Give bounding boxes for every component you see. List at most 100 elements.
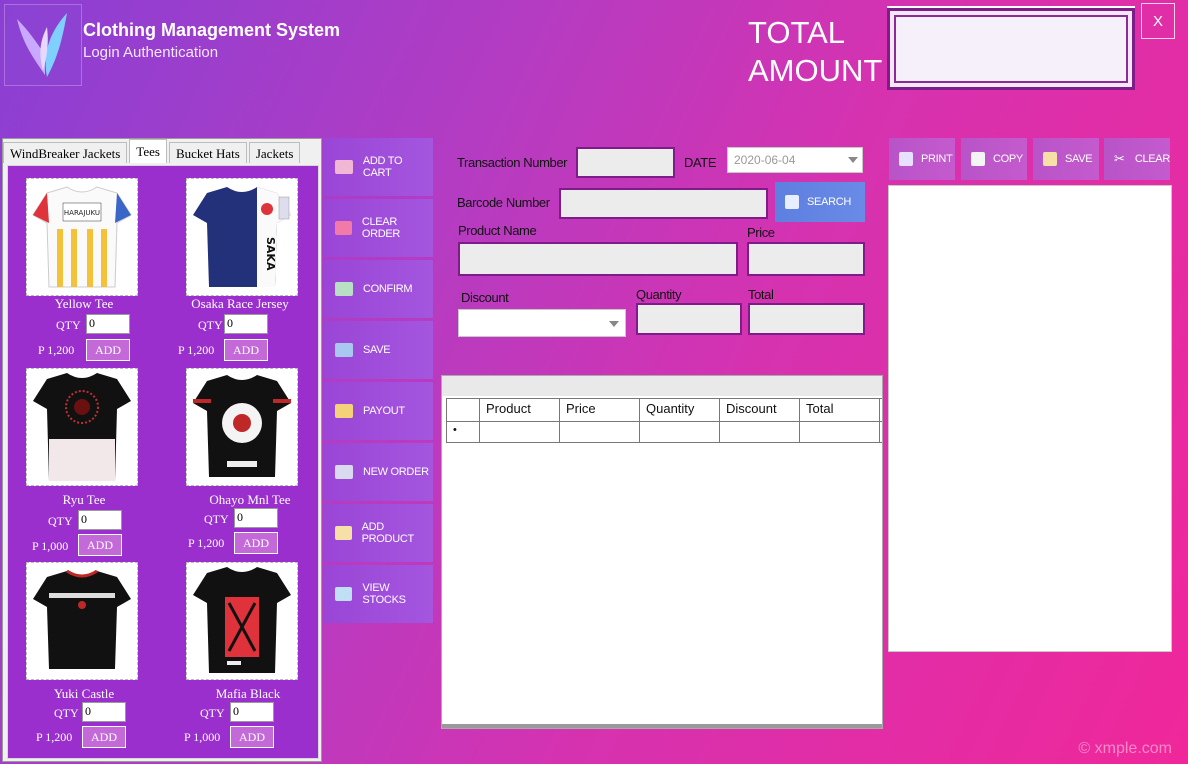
cart-icon	[335, 160, 353, 174]
qty-input[interactable]: 0	[82, 702, 126, 722]
table-cell[interactable]	[560, 422, 640, 442]
qty-input[interactable]: 0	[224, 314, 268, 334]
chevron-down-icon[interactable]	[848, 157, 858, 163]
new-row-marker: •	[446, 422, 480, 442]
grid-header: Product Price Quantity Discount Total	[446, 398, 882, 422]
total-amount-label: TOTAL AMOUNT	[748, 15, 883, 88]
total-amount-display	[887, 8, 1135, 90]
total-field[interactable]	[748, 303, 865, 335]
tshirt-icon: SAKA	[193, 187, 291, 287]
table-cell[interactable]	[720, 422, 800, 442]
add-button[interactable]: ADD	[86, 339, 130, 361]
barcode-number-label: Barcode Number	[457, 195, 550, 210]
qty-label: QTY	[200, 706, 225, 720]
svg-text:SAKA: SAKA	[264, 237, 277, 271]
add-button[interactable]: ADD	[82, 726, 126, 748]
chevron-down-icon[interactable]	[609, 321, 619, 327]
command-sidebar: ADD TO CART CLEAR ORDER CONFIRM SAVE PAY…	[323, 138, 433, 624]
print-button[interactable]: PRINT	[889, 138, 955, 180]
search-button[interactable]: SEARCH	[775, 182, 865, 222]
product-name: Yuki Castle	[53, 686, 115, 701]
table-row[interactable]: •	[446, 422, 882, 443]
quantity-field[interactable]	[636, 303, 742, 335]
table-cell[interactable]	[640, 422, 720, 442]
product-name-field[interactable]	[458, 242, 738, 276]
payout-icon	[335, 404, 353, 418]
grid-bottom-border	[442, 724, 882, 728]
new-order-button[interactable]: NEW ORDER	[323, 443, 433, 501]
product-name: Yellow Tee	[54, 296, 114, 311]
add-button[interactable]: ADD	[230, 726, 274, 748]
qty-input[interactable]: 0	[86, 314, 130, 334]
price-field[interactable]	[747, 242, 865, 276]
row-header-cell	[446, 399, 480, 421]
qty-label: QTY	[48, 514, 73, 528]
product-name: Osaka Race Jersey	[191, 296, 289, 311]
qty-input[interactable]: 0	[78, 510, 122, 530]
date-label: DATE	[684, 155, 717, 170]
scissors-icon: ✂	[1114, 151, 1125, 166]
product-price: P 1,200	[188, 536, 225, 550]
product-price: P 1,000	[32, 539, 69, 553]
qty-label: QTY	[198, 318, 223, 332]
product-name: Ohayo Mnl Tee	[209, 492, 291, 507]
product-image[interactable]	[186, 368, 298, 486]
tab-windbreaker-jackets[interactable]: WindBreaker Jackets	[3, 142, 128, 163]
table-cell[interactable]	[480, 422, 560, 442]
product-price: P 1,000	[184, 730, 221, 744]
save-icon	[1043, 152, 1057, 166]
qty-input[interactable]: 0	[234, 508, 278, 528]
date-picker[interactable]: 2020-06-04	[727, 147, 863, 173]
transaction-number-field[interactable]	[576, 147, 675, 178]
product-image[interactable]: HARAJUKU	[26, 178, 138, 296]
close-button[interactable]: X	[1141, 3, 1175, 39]
clear-receipt-button[interactable]: ✂ CLEAR	[1104, 138, 1170, 180]
product-image[interactable]: SAKA	[186, 178, 298, 296]
app-logo	[4, 4, 82, 86]
column-header-product[interactable]: Product	[480, 399, 560, 421]
confirm-button[interactable]: CONFIRM	[323, 260, 433, 318]
payout-button[interactable]: PAYOUT	[323, 382, 433, 440]
clear-order-button[interactable]: CLEAR ORDER	[323, 199, 433, 257]
tab-tees[interactable]: Tees	[129, 139, 167, 163]
add-product-button[interactable]: ADD PRODUCT	[323, 504, 433, 562]
column-header-quantity[interactable]: Quantity	[640, 399, 720, 421]
barcode-number-field[interactable]	[559, 188, 768, 219]
add-button[interactable]: ADD	[224, 339, 268, 361]
add-button[interactable]: ADD	[234, 532, 278, 554]
quantity-label: Quantity	[636, 287, 682, 302]
copy-button[interactable]: COPY	[961, 138, 1027, 180]
check-icon	[335, 282, 353, 296]
column-header-price[interactable]: Price	[560, 399, 640, 421]
product-image[interactable]	[186, 562, 298, 680]
grid-caption-bar	[442, 376, 882, 396]
add-to-cart-button[interactable]: ADD TO CART	[323, 138, 433, 196]
save-icon	[335, 343, 353, 357]
search-icon	[785, 195, 799, 209]
tshirt-icon	[193, 375, 291, 477]
receipt-preview[interactable]	[888, 185, 1172, 652]
qty-label: QTY	[54, 706, 79, 720]
product-image[interactable]	[26, 562, 138, 680]
product-price: P 1,200	[36, 730, 73, 744]
copy-icon	[971, 152, 985, 166]
tab-bucket-hats[interactable]: Bucket Hats	[168, 142, 247, 163]
column-header-total[interactable]: Total	[800, 399, 880, 421]
save-order-button[interactable]: SAVE	[323, 321, 433, 379]
product-price: P 1,200	[38, 343, 75, 357]
table-cell[interactable]	[800, 422, 880, 442]
view-stocks-button[interactable]: VIEW STOCKS	[323, 565, 433, 623]
watermark: © xmple.com	[1078, 740, 1172, 757]
tab-jackets[interactable]: Jackets	[248, 142, 301, 163]
qty-label: QTY	[56, 318, 81, 332]
add-button[interactable]: ADD	[78, 534, 122, 556]
print-icon	[899, 152, 913, 166]
column-header-discount[interactable]: Discount	[720, 399, 800, 421]
tshirt-icon	[33, 569, 131, 669]
save-receipt-button[interactable]: SAVE	[1033, 138, 1099, 180]
qty-label: QTY	[204, 512, 229, 526]
qty-input[interactable]: 0	[230, 702, 274, 722]
catalog-tabs: WindBreaker Jackets Tees Bucket Hats Jac…	[3, 139, 321, 163]
discount-select[interactable]	[458, 309, 626, 337]
product-image[interactable]	[26, 368, 138, 486]
